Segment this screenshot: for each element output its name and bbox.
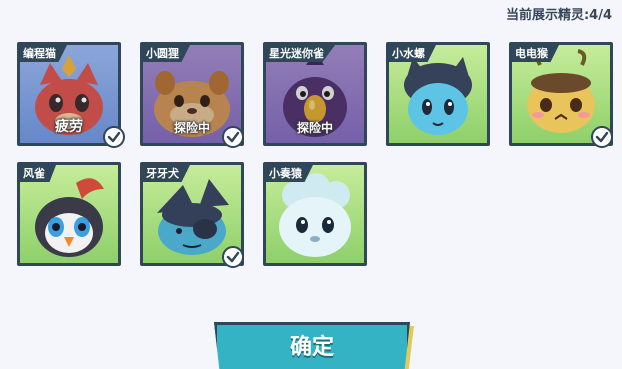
pet-status: 探险中	[296, 121, 333, 135]
selected-check-icon	[103, 126, 125, 148]
confirm-button[interactable]: 确定	[214, 322, 410, 369]
selected-check-icon	[222, 126, 244, 148]
pet-card-xingguang-mini-que[interactable]: 星光迷你雀 探险中	[263, 42, 367, 146]
selected-check-icon	[591, 126, 613, 148]
pet-card-xiao-zou-yuan[interactable]: 小奏猿	[263, 162, 367, 266]
display-counter: 当前展示精灵:4/4	[505, 8, 612, 23]
selected-check-icon	[222, 246, 244, 268]
pet-card-xiao-shui-luo[interactable]: 小水螺	[386, 42, 490, 146]
pet-card-feng-que[interactable]: 风雀	[17, 162, 121, 266]
pet-grid: 编程猫 疲劳 小圆狸 探险中 星光迷你雀 探险中 小水螺 电电猴 风雀 牙牙犬 …	[17, 42, 617, 272]
